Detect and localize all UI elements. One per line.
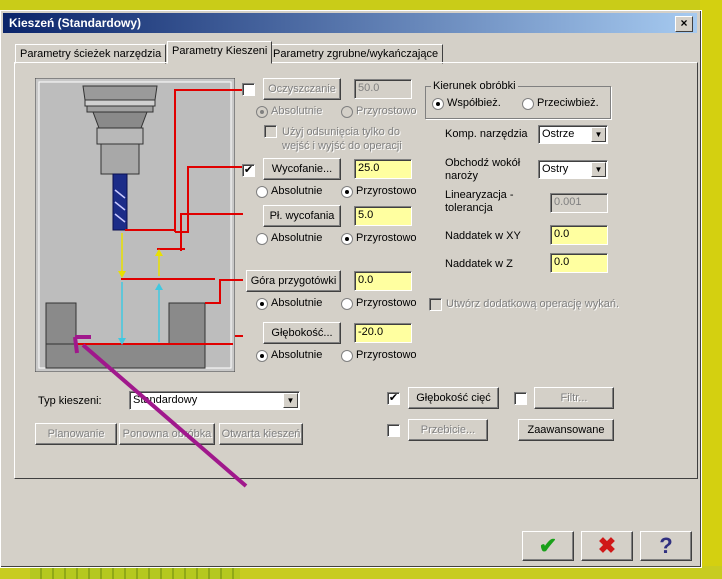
stock-z-field[interactable]: 0.0 — [550, 253, 608, 273]
tool-holder-ring — [84, 99, 156, 107]
close-button[interactable]: × — [675, 16, 693, 32]
window-title: Kieszeń (Standardowy) — [9, 16, 142, 30]
help-icon: ? — [659, 533, 673, 558]
depth-absolute-label: Absolutnie — [271, 349, 323, 361]
machining-direction-title: Kierunek obróbki — [431, 80, 518, 92]
depth-cuts-button[interactable]: Głębokość cięć — [408, 387, 499, 409]
tool-holder-top — [82, 85, 158, 101]
collet — [96, 127, 144, 145]
tip-comp-value: Ostrze — [542, 128, 575, 140]
feed-plane-incremental-label: Przyrostowo — [356, 232, 417, 244]
background-right — [700, 0, 722, 579]
clearance-incremental-radio[interactable] — [341, 106, 353, 118]
pocket-dialog: Kieszeń (Standardowy) × Parametry ścieże… — [0, 10, 702, 568]
breakthrough-button[interactable]: Przebicie... — [408, 419, 488, 441]
tool-holder-ring2 — [86, 105, 154, 113]
top-stock-incremental-radio[interactable] — [341, 298, 353, 310]
top-stock-button[interactable]: Góra przygotówki — [246, 270, 341, 292]
conventional-label: Przeciwbież. — [537, 97, 599, 109]
retract-incremental-radio[interactable] — [341, 186, 353, 198]
clearance-absolute-label: Absolutnie — [271, 105, 323, 117]
clearance-absolute-radio[interactable] — [256, 106, 268, 118]
stock-xy-label: Naddatek w XY — [445, 230, 521, 242]
top-stock-absolute-radio[interactable] — [256, 298, 268, 310]
retract-checkbox[interactable]: ✔ — [242, 164, 255, 177]
clearance-offset-checkbox[interactable] — [264, 125, 277, 138]
cancel-button[interactable]: ✖ — [581, 531, 633, 561]
retract-absolute-label: Absolutnie — [271, 185, 323, 197]
clearance-field[interactable]: 50.0 — [354, 79, 412, 99]
linearization-field[interactable]: 0.001 — [550, 193, 608, 213]
advanced-button[interactable]: Zaawansowane — [518, 419, 614, 441]
top-stock-incremental-label: Przyrostowo — [356, 297, 417, 309]
guide-clearance — [174, 89, 243, 232]
depth-button[interactable]: Głębokość... — [263, 322, 341, 344]
feed-plane-incremental-radio[interactable] — [341, 233, 353, 245]
depth-absolute-radio[interactable] — [256, 350, 268, 362]
clearance-button[interactable]: Oczyszczanie — [263, 78, 341, 100]
depth-incremental-label: Przyrostowo — [356, 349, 417, 361]
collet-nut — [100, 143, 140, 175]
clearance-checkbox[interactable] — [242, 83, 255, 96]
help-button[interactable]: ? — [640, 531, 692, 561]
title-bar: Kieszeń (Standardowy) × — [3, 13, 697, 33]
filter-button[interactable]: Filtr... — [534, 387, 614, 409]
feed-plane-absolute-label: Absolutnie — [271, 232, 323, 244]
check-icon: ✔ — [538, 533, 558, 558]
chevron-down-icon[interactable]: ▼ — [283, 393, 298, 408]
guide-retract — [175, 166, 243, 233]
depth-field[interactable]: -20.0 — [354, 323, 412, 343]
guide-feed — [180, 213, 243, 251]
linearization-label: Linearyzacja - tolerancja — [445, 189, 514, 214]
retract-button[interactable]: Wycofanie... — [263, 158, 341, 180]
tab-toolpath-parameters[interactable]: Parametry ścieżek narzędzia — [15, 44, 167, 64]
stock-xy-field[interactable]: 0.0 — [550, 225, 608, 245]
annotation-arrow — [73, 335, 248, 488]
tip-comp-select[interactable]: Ostrze ▼ — [538, 125, 608, 144]
feed-plane-button[interactable]: Pł. wycofania — [263, 205, 341, 227]
climb-label: Współbież. — [447, 97, 501, 109]
ok-button[interactable]: ✔ — [522, 531, 574, 561]
extra-finish-checkbox[interactable] — [429, 298, 442, 311]
tab-pocket-parameters[interactable]: Parametry Kieszeni — [167, 41, 273, 64]
retract-absolute-radio[interactable] — [256, 186, 268, 198]
retract-field[interactable]: 25.0 — [354, 159, 412, 179]
retract-incremental-label: Przyrostowo — [356, 185, 417, 197]
climb-radio[interactable] — [432, 98, 444, 110]
arrow-shaft — [81, 343, 248, 488]
guide-top-stock — [219, 279, 243, 304]
clearance-offset-label: Użyj odsunięcia tylko do wejść i wyjść d… — [282, 126, 402, 152]
roll-cutter-label: Obchodź wokół naroży — [445, 157, 521, 182]
depth-incremental-radio[interactable] — [341, 350, 353, 362]
tool-holder-taper — [92, 111, 148, 129]
top-stock-field[interactable]: 0.0 — [354, 271, 412, 291]
conventional-radio[interactable] — [522, 98, 534, 110]
clearance-incremental-label: Przyrostowo — [356, 105, 417, 117]
chevron-down-icon[interactable]: ▼ — [591, 127, 606, 142]
guide-lines — [174, 89, 243, 337]
roll-cutter-select[interactable]: Ostry ▼ — [538, 160, 608, 179]
roll-cutter-value: Ostry — [542, 163, 569, 175]
chevron-down-icon[interactable]: ▼ — [591, 162, 606, 177]
top-stock-absolute-label: Absolutnie — [271, 297, 323, 309]
depth-cuts-checkbox[interactable]: ✔ — [387, 392, 400, 405]
feed-plane-field[interactable]: 5.0 — [354, 206, 412, 226]
feed-plane-absolute-radio[interactable] — [256, 233, 268, 245]
tip-comp-label: Komp. narzędzia — [445, 128, 528, 140]
stock-z-label: Naddatek w Z — [445, 258, 513, 270]
breakthrough-checkbox[interactable] — [387, 424, 400, 437]
extra-finish-label: Utwórz dodatkową operację wykań. — [446, 298, 620, 310]
tab-roughing-finishing[interactable]: Parametry zgrubne/wykańczające — [268, 44, 444, 64]
x-icon: ✖ — [597, 533, 617, 558]
filter-checkbox[interactable] — [514, 392, 527, 405]
